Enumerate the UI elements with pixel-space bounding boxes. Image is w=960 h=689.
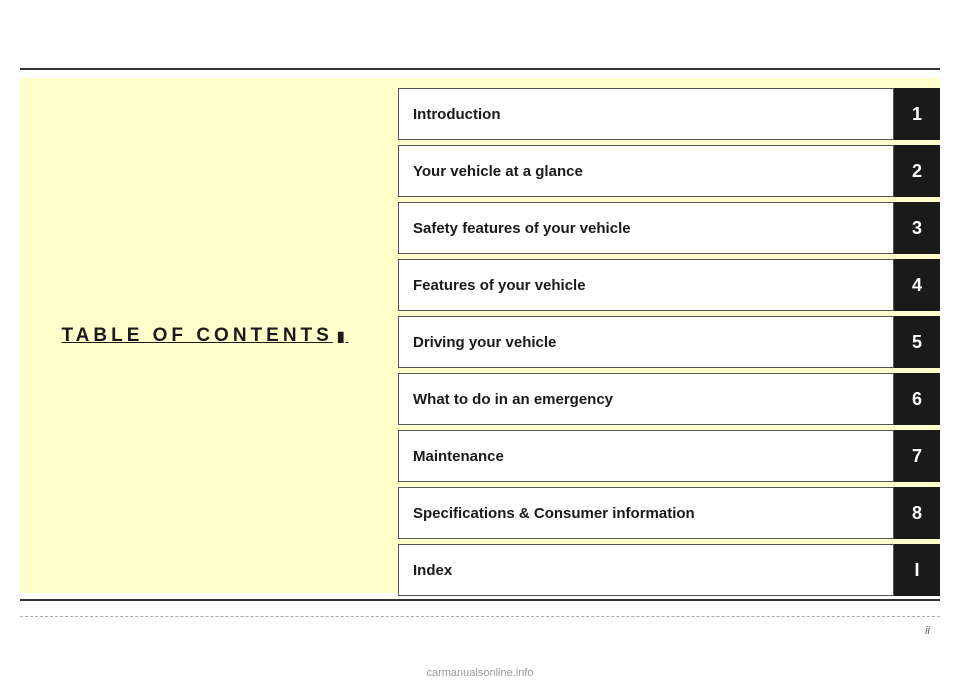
- toc-label: Your vehicle at a glance: [398, 145, 894, 197]
- toc-number: 1: [894, 88, 940, 140]
- toc-number: 7: [894, 430, 940, 482]
- toc-number: 8: [894, 487, 940, 539]
- toc-number: I: [894, 544, 940, 596]
- toc-row[interactable]: Features of your vehicle4: [398, 259, 940, 311]
- toc-row[interactable]: IndexI: [398, 544, 940, 596]
- toc-label: Features of your vehicle: [398, 259, 894, 311]
- toc-number: 4: [894, 259, 940, 311]
- toc-label: Maintenance: [398, 430, 894, 482]
- page-number: ii: [925, 625, 930, 637]
- toc-label: Introduction: [398, 88, 894, 140]
- toc-label: Index: [398, 544, 894, 596]
- main-content: TABLE OF CONTENTS Introduction1Your vehi…: [20, 78, 940, 593]
- toc-row[interactable]: Your vehicle at a glance2: [398, 145, 940, 197]
- toc-number: 2: [894, 145, 940, 197]
- toc-number: 3: [894, 202, 940, 254]
- bottom-rule: [20, 599, 940, 601]
- toc-row[interactable]: Introduction1: [398, 88, 940, 140]
- toc-label: Specifications & Consumer information: [398, 487, 894, 539]
- toc-label: Driving your vehicle: [398, 316, 894, 368]
- watermark: carmanualsonline.info: [426, 667, 533, 679]
- toc-label: What to do in an emergency: [398, 373, 894, 425]
- toc-number: 6: [894, 373, 940, 425]
- toc-row[interactable]: Maintenance7: [398, 430, 940, 482]
- toc-list: Introduction1Your vehicle at a glance2Sa…: [390, 78, 940, 593]
- left-panel: TABLE OF CONTENTS: [20, 78, 390, 593]
- dashed-rule: [20, 616, 940, 617]
- toc-label: Safety features of your vehicle: [398, 202, 894, 254]
- toc-row[interactable]: Safety features of your vehicle3: [398, 202, 940, 254]
- toc-number: 5: [894, 316, 940, 368]
- toc-row[interactable]: What to do in an emergency6: [398, 373, 940, 425]
- top-rule: [20, 68, 940, 70]
- toc-title: TABLE OF CONTENTS: [61, 325, 348, 347]
- toc-row[interactable]: Driving your vehicle5: [398, 316, 940, 368]
- toc-row[interactable]: Specifications & Consumer information8: [398, 487, 940, 539]
